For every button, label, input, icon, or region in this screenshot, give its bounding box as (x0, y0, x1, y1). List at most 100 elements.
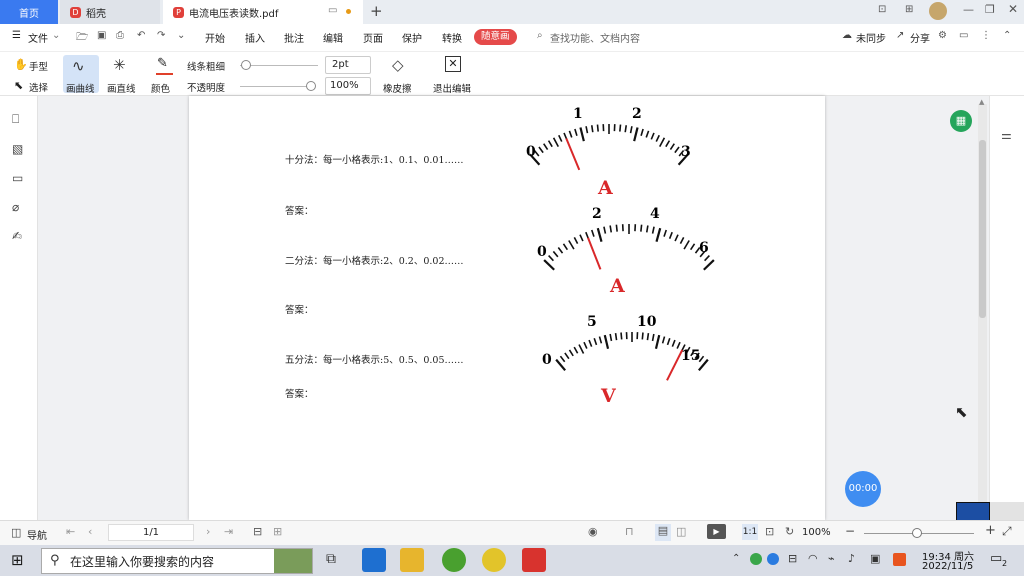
hamburger-icon[interactable]: ☰ (12, 30, 21, 41)
wps-app-icon[interactable] (522, 548, 546, 572)
last-page-icon[interactable]: ⇥ (224, 525, 233, 538)
tray-app-icon-2[interactable] (767, 553, 779, 565)
search-icon[interactable]: ⌕ (537, 30, 543, 41)
hand-tool[interactable]: 手型 (29, 59, 48, 73)
page-number-input[interactable]: 1/1 (108, 524, 194, 541)
opacity-slider-thumb[interactable] (306, 81, 316, 91)
opacity-select[interactable]: 100% (325, 77, 371, 95)
line-tool[interactable]: 画直线 (107, 81, 136, 95)
menu-protect[interactable]: 保护 (402, 30, 422, 45)
tray-app-icon-1[interactable] (750, 553, 762, 565)
screen-recorder-icon[interactable] (956, 502, 990, 522)
sync-status[interactable]: 未同步 (856, 30, 886, 45)
app-grid-icon[interactable]: ▦ (950, 110, 972, 132)
back-icon[interactable]: ⊟ (253, 525, 262, 538)
search-input[interactable]: 查找功能、文档内容 (550, 30, 640, 45)
settings-icon[interactable]: ⚙ (938, 30, 947, 41)
stroke-slider-thumb[interactable] (241, 60, 251, 70)
timer-button[interactable]: 00:00 (845, 471, 881, 507)
browser-app-icon[interactable] (442, 548, 466, 572)
exit-edit-button[interactable]: 退出编辑 (433, 81, 471, 95)
minimize-icon[interactable]: — (963, 3, 974, 16)
first-page-icon[interactable]: ⇤ (66, 525, 75, 538)
menu-page[interactable]: 页面 (363, 30, 383, 45)
comment-icon[interactable]: ▭ (12, 171, 23, 185)
select-tool[interactable]: 选择 (29, 80, 48, 94)
eraser-tool[interactable]: 橡皮擦 (383, 81, 412, 95)
tab-daoke[interactable]: D 稻壳 (60, 0, 160, 24)
pen-tablet-icon[interactable] (990, 502, 1024, 522)
share-button[interactable]: 分享 (910, 30, 930, 45)
zoom-out-icon[interactable]: − (845, 524, 855, 538)
notification-icon[interactable]: ▭ (990, 551, 1002, 566)
play-icon[interactable]: ▶ (707, 524, 726, 539)
mail-app-icon[interactable] (362, 548, 386, 572)
menu-convert[interactable]: 转换 (442, 30, 462, 45)
attachment-icon[interactable]: ⌀ (12, 200, 19, 214)
menu-comment[interactable]: 批注 (284, 30, 304, 45)
forward-icon[interactable]: ⊞ (273, 525, 282, 538)
redo-icon[interactable]: ↷ (157, 30, 165, 41)
layout-icon[interactable]: ⊡ (878, 4, 886, 15)
wechat-mini-app-icon[interactable] (482, 548, 506, 572)
properties-icon[interactable]: ⚌ (1001, 128, 1012, 142)
open-icon[interactable]: 🗁 (76, 30, 88, 47)
thumbnail-icon[interactable]: ▧ (12, 142, 23, 156)
taskbar-search[interactable]: ⚲ 在这里输入你要搜索的内容 (41, 548, 313, 574)
screen-icon[interactable]: ▭ (328, 5, 337, 16)
wifi-icon[interactable]: ◠ (808, 552, 818, 565)
task-view-icon[interactable]: ⧉ (326, 551, 336, 567)
menu-freehand-active[interactable]: 随意画 (474, 29, 517, 45)
chevron-down-icon[interactable]: ⌄ (52, 30, 60, 41)
fit-page-icon[interactable]: ⊡ (765, 525, 774, 538)
new-tab-icon[interactable]: + (370, 2, 383, 20)
collapse-icon[interactable]: ⌃ (1003, 30, 1011, 41)
stroke-width-select[interactable]: 2pt (325, 56, 371, 74)
window-icon[interactable]: ▭ (959, 30, 968, 41)
tab-home[interactable]: 首页 (0, 0, 58, 24)
prev-page-icon[interactable]: ‹ (88, 525, 92, 538)
two-page-icon[interactable]: ◫ (676, 525, 686, 538)
zoom-level[interactable]: 100% (802, 527, 831, 538)
curve-tool-button[interactable]: ∿ 画曲线 (63, 55, 99, 95)
opacity-slider[interactable] (240, 86, 312, 87)
continuous-view-icon[interactable]: ▤ (655, 524, 671, 541)
tab-pdf[interactable]: P 电流电压表读数.pdf ▭ (163, 0, 363, 24)
more-icon[interactable]: ⌄ (177, 30, 185, 41)
clock-date[interactable]: 2022/11/5 (922, 561, 973, 572)
eye-icon[interactable]: ◉ (588, 525, 598, 538)
undo-icon[interactable]: ↶ (137, 30, 145, 41)
color-picker[interactable]: 颜色 (151, 81, 170, 95)
save-icon[interactable]: ▣ (97, 30, 106, 41)
rotate-icon[interactable]: ↻ (785, 525, 794, 538)
input-method-icon[interactable]: ▣ (870, 552, 880, 565)
menu-file[interactable]: 文件 (28, 30, 48, 45)
scroll-up-icon[interactable]: ▲ (979, 98, 984, 106)
print-icon[interactable]: ⎙ (116, 30, 124, 41)
wps-tray-icon[interactable] (893, 553, 906, 566)
grid-icon[interactable]: ⊞ (905, 4, 913, 15)
share-icon[interactable]: ↗ (896, 30, 904, 41)
more-options-icon[interactable]: ⋮ (981, 30, 991, 41)
scrollbar-thumb[interactable] (979, 140, 986, 318)
bookmark-icon[interactable]: ⎕ (12, 112, 19, 127)
cloud-sync-icon[interactable]: ☁ (842, 30, 852, 41)
zoom-in-icon[interactable]: + (985, 523, 996, 538)
actual-size-icon[interactable]: 1:1 (742, 524, 758, 540)
close-icon[interactable]: ✕ (1008, 2, 1018, 16)
network-icon[interactable]: ⌁ (828, 552, 835, 565)
windows-start-icon[interactable]: ⊞ (11, 551, 24, 569)
avatar[interactable] (929, 2, 947, 20)
restore-icon[interactable]: ❐ (985, 3, 995, 16)
menu-edit[interactable]: 编辑 (323, 30, 343, 45)
zoom-slider-thumb[interactable] (912, 528, 922, 538)
tray-expand-icon[interactable]: ⌃ (732, 553, 740, 564)
menu-insert[interactable]: 插入 (245, 30, 265, 45)
single-page-icon[interactable]: ⊓ (625, 525, 634, 538)
stroke-slider[interactable] (240, 65, 318, 66)
menu-start[interactable]: 开始 (205, 30, 225, 45)
next-page-icon[interactable]: › (206, 525, 210, 538)
signature-icon[interactable]: ✍ (12, 229, 22, 243)
volume-icon[interactable]: ♪ (848, 552, 855, 565)
nav-icon[interactable]: ◫ (11, 526, 21, 539)
